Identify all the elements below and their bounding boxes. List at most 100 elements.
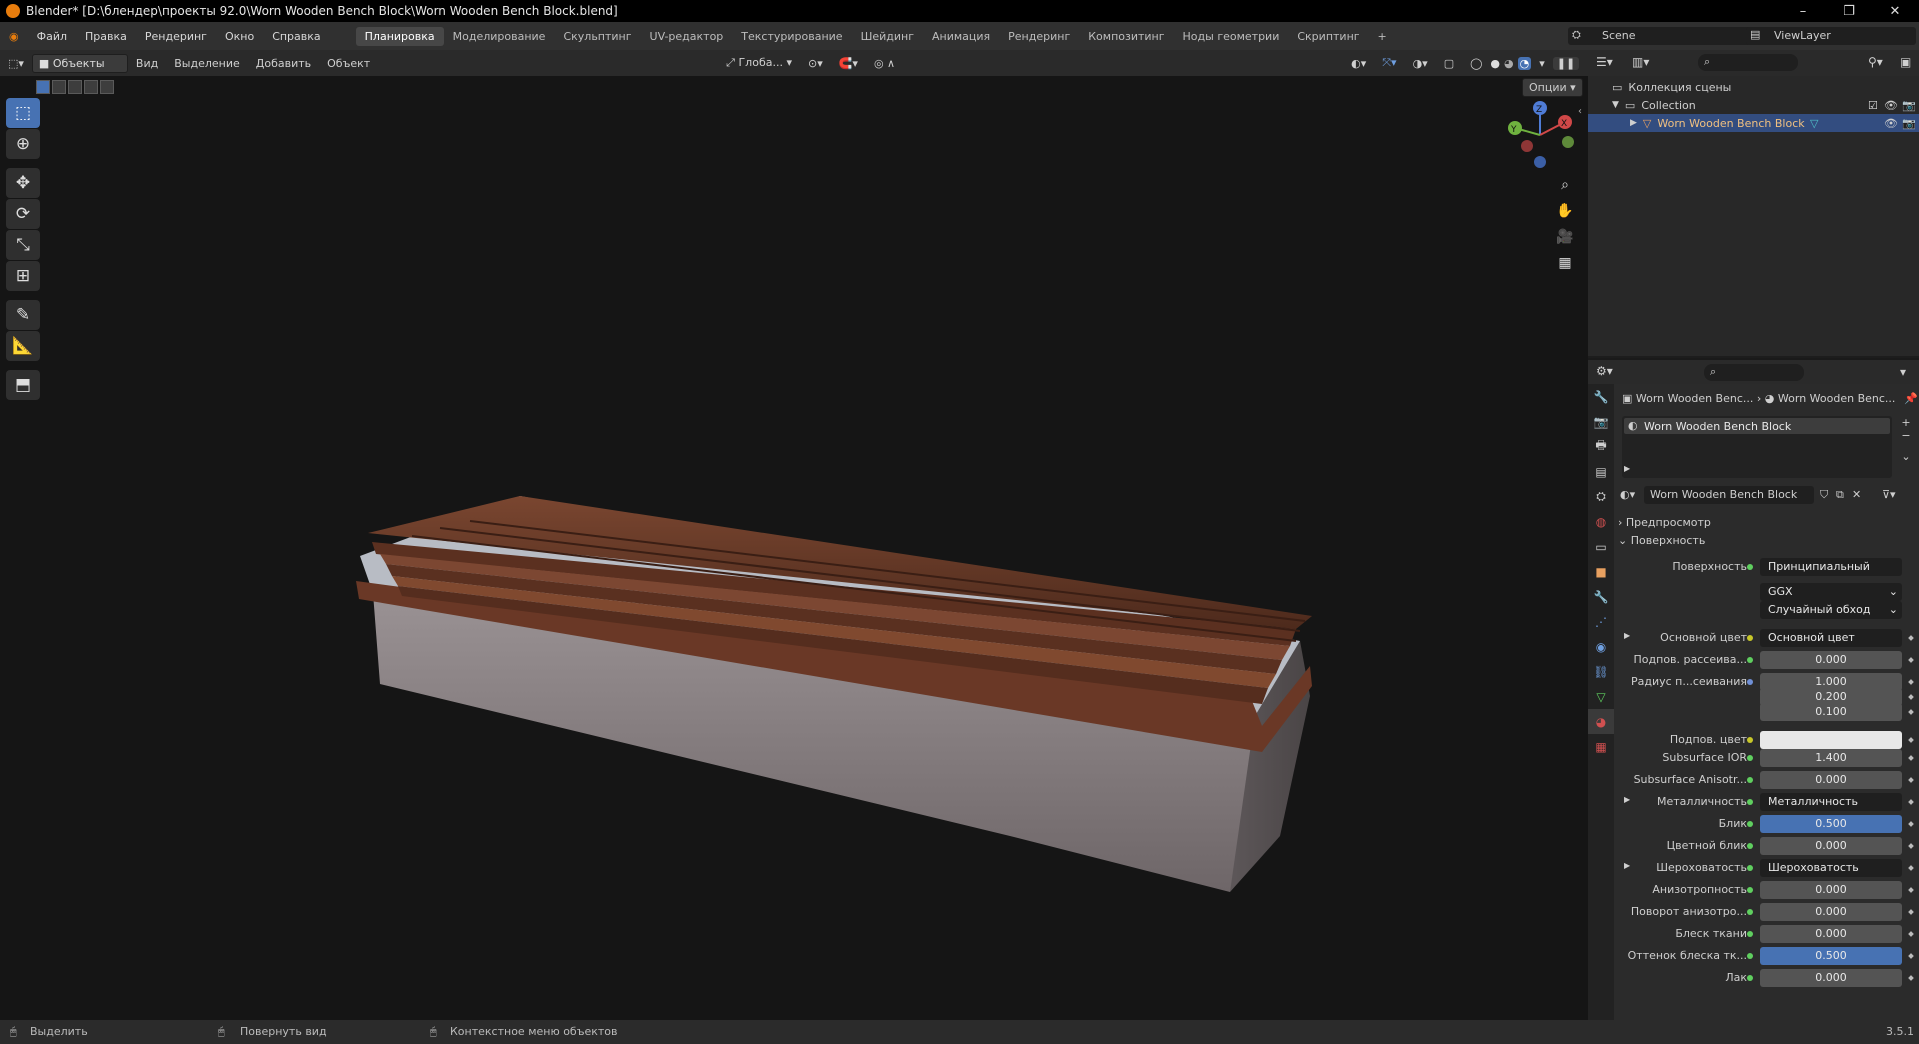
- physics-tab-icon[interactable]: ◉: [1588, 634, 1614, 659]
- menu-window[interactable]: Окно: [216, 30, 263, 43]
- navigation-gizmo[interactable]: Z X Y: [1505, 100, 1575, 170]
- outliner-display-mode-icon[interactable]: ▥▾: [1632, 55, 1649, 69]
- keyframe-dot-icon[interactable]: [1908, 755, 1914, 761]
- proportional-edit-icon[interactable]: ◎ ∧: [866, 55, 903, 72]
- socket-dot-icon[interactable]: [1747, 887, 1753, 893]
- pan-hand-icon[interactable]: ✋: [1552, 198, 1578, 224]
- filter-icon[interactable]: ⚲▾: [1868, 55, 1883, 69]
- shader-input-field[interactable]: 0.000: [1760, 969, 1902, 987]
- socket-dot-icon[interactable]: [1747, 635, 1753, 641]
- material-tab-icon[interactable]: ◕: [1588, 709, 1614, 734]
- render-tab-icon[interactable]: 📷: [1588, 409, 1614, 434]
- menu-help[interactable]: Справка: [263, 30, 329, 43]
- shader-input-field[interactable]: 1.400: [1760, 749, 1902, 767]
- tab-animation[interactable]: Анимация: [923, 27, 999, 46]
- view-layer-selector[interactable]: ▤ ViewLayer: [1746, 27, 1916, 45]
- keyframe-dot-icon[interactable]: [1908, 737, 1914, 743]
- shader-input-field[interactable]: Металличность: [1760, 793, 1902, 811]
- world-tab-icon[interactable]: ◍: [1588, 509, 1614, 534]
- slot-specials-icon[interactable]: ⌄: [1898, 450, 1914, 463]
- keyframe-dot-icon[interactable]: [1908, 909, 1914, 915]
- sidebar-toggle-icon[interactable]: ‹: [1578, 106, 1582, 117]
- eye-icon[interactable]: 👁: [1884, 117, 1898, 130]
- properties-options-icon[interactable]: ▾: [1900, 365, 1906, 379]
- tab-rendering[interactable]: Рендеринг: [999, 27, 1079, 46]
- socket-dot-icon[interactable]: [1747, 953, 1753, 959]
- expand-arrow-icon[interactable]: ▶: [1624, 631, 1630, 640]
- outliner-row-object[interactable]: ▶ ▽ Worn Wooden Bench Block ▽ 👁 📷: [1588, 114, 1919, 132]
- data-tab-icon[interactable]: ▽: [1588, 684, 1614, 709]
- modifier-tab-icon[interactable]: 🔧: [1588, 584, 1614, 609]
- shader-input-field[interactable]: 0.000: [1760, 771, 1902, 789]
- remove-slot-icon[interactable]: −: [1898, 429, 1914, 442]
- socket-dot-icon[interactable]: [1747, 821, 1753, 827]
- fake-user-shield-icon[interactable]: ⛉: [1820, 488, 1828, 502]
- keyframe-dot-icon[interactable]: [1908, 843, 1914, 849]
- subsurface-method-dropdown[interactable]: Случайный обход ⌄: [1760, 601, 1902, 619]
- shader-input-field[interactable]: Основной цвет: [1760, 629, 1902, 647]
- socket-dot-icon[interactable]: [1747, 931, 1753, 937]
- keyframe-dot-icon[interactable]: [1908, 865, 1914, 871]
- shader-input-field[interactable]: 0.000: [1760, 837, 1902, 855]
- expand-arrow-icon[interactable]: ▼: [1612, 100, 1619, 110]
- pin-icon[interactable]: 📌: [1904, 392, 1918, 405]
- close-window-button[interactable]: ✕: [1872, 0, 1918, 22]
- keyframe-dot-icon[interactable]: [1908, 821, 1914, 827]
- shading-options-icon[interactable]: ▾: [1531, 55, 1553, 72]
- blender-menu-icon[interactable]: ◉: [0, 30, 28, 43]
- tab-modeling[interactable]: Моделирование: [444, 27, 555, 46]
- shader-input-field[interactable]: 0.100: [1760, 703, 1902, 721]
- shader-input-field[interactable]: 0.500: [1760, 947, 1902, 965]
- exclude-checkbox-icon[interactable]: ☑: [1868, 99, 1878, 112]
- pivot-point-icon[interactable]: ⊙▾: [800, 55, 831, 72]
- expand-arrow-icon[interactable]: ▶: [1624, 464, 1630, 473]
- keyframe-dot-icon[interactable]: [1908, 679, 1914, 685]
- outliner-editor-icon[interactable]: ☰▾: [1596, 55, 1613, 69]
- 3d-viewport[interactable]: Опции ▾ ⬚ ⊕ ✥ ⟳ ⤡ ⊞ ✎ 📐 ⬒ Z X Y ⌕ ✋ 🎥 ▦ …: [0, 76, 1588, 1020]
- keyframe-dot-icon[interactable]: [1908, 931, 1914, 937]
- add-slot-icon[interactable]: +: [1898, 416, 1914, 429]
- tab-geometry-nodes[interactable]: Ноды геометрии: [1174, 27, 1289, 46]
- material-slot-row[interactable]: ◐ Worn Wooden Bench Block: [1624, 418, 1890, 434]
- zoom-icon[interactable]: ⌕: [1552, 172, 1578, 198]
- scene-selector[interactable]: ⛭ Scene: [1568, 27, 1758, 45]
- gizmo-toggle-icon[interactable]: ⤧▾: [1374, 54, 1404, 72]
- expand-arrow-icon[interactable]: ▶: [1624, 861, 1630, 870]
- visibility-icon[interactable]: ◐▾: [1343, 55, 1374, 72]
- transform-orientation-dropdown[interactable]: ⤢ Глоба... ▾: [718, 54, 800, 72]
- unlink-material-icon[interactable]: ✕: [1852, 488, 1861, 501]
- menu-select[interactable]: Выделение: [166, 55, 248, 72]
- keyframe-dot-icon[interactable]: [1908, 799, 1914, 805]
- rendered-shading-icon[interactable]: ◔: [1517, 56, 1532, 70]
- expand-arrow-icon[interactable]: ▶: [1624, 795, 1630, 804]
- menu-view[interactable]: Вид: [128, 55, 166, 72]
- shader-input-field[interactable]: 0.000: [1760, 881, 1902, 899]
- tab-sculpting[interactable]: Скульптинг: [554, 27, 640, 46]
- socket-dot-icon[interactable]: [1747, 975, 1753, 981]
- outliner-row-scene-collection[interactable]: ▭ Коллекция сцены: [1588, 78, 1919, 96]
- link-dropdown-icon[interactable]: ⊽▾: [1882, 488, 1896, 501]
- tab-layout[interactable]: Планировка: [355, 26, 444, 46]
- tab-scripting[interactable]: Скриптинг: [1288, 27, 1368, 46]
- socket-dot-icon[interactable]: [1747, 909, 1753, 915]
- properties-editor-icon[interactable]: ⚙▾: [1596, 364, 1613, 378]
- output-tab-icon[interactable]: 🖶: [1588, 434, 1614, 459]
- outliner-row-collection[interactable]: ▼ ▭ Collection ☑ 👁 📷: [1588, 96, 1919, 114]
- menu-file[interactable]: Файл: [28, 30, 76, 43]
- socket-dot-icon[interactable]: [1747, 865, 1753, 871]
- expand-arrow-icon[interactable]: ▶: [1630, 118, 1637, 128]
- keyframe-dot-icon[interactable]: [1908, 657, 1914, 663]
- eye-icon[interactable]: 👁: [1884, 99, 1898, 112]
- view-layer-tab-icon[interactable]: ▤: [1588, 459, 1614, 484]
- camera-icon[interactable]: 📷: [1902, 117, 1916, 130]
- duplicate-material-icon[interactable]: ⧉: [1836, 488, 1844, 502]
- shader-input-field[interactable]: 0.000: [1760, 925, 1902, 943]
- new-collection-icon[interactable]: ▣: [1900, 55, 1911, 69]
- snap-icon[interactable]: 🧲▾: [831, 55, 866, 72]
- keyframe-dot-icon[interactable]: [1908, 953, 1914, 959]
- keyframe-dot-icon[interactable]: [1908, 887, 1914, 893]
- particles-tab-icon[interactable]: ⋰: [1588, 609, 1614, 634]
- scene-tab-icon[interactable]: ⛭: [1588, 484, 1614, 509]
- material-name-field[interactable]: Worn Wooden Bench Block: [1644, 486, 1814, 504]
- menu-object[interactable]: Объект: [319, 55, 378, 72]
